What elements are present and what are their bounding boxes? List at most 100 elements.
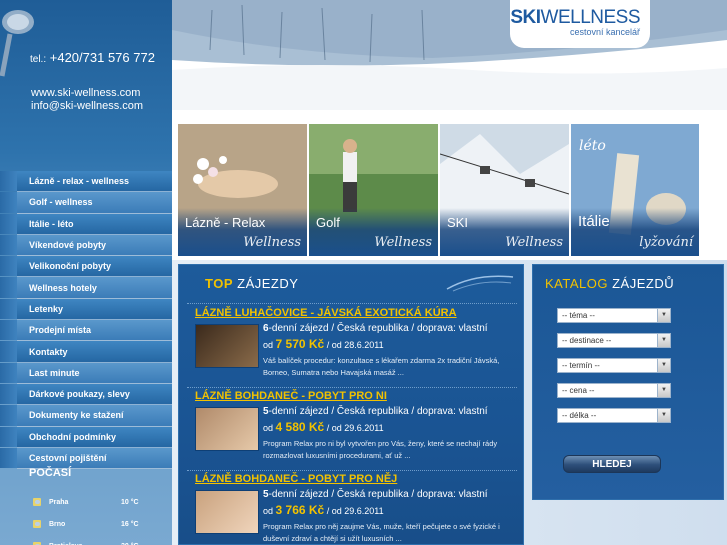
nav-item[interactable]: Itálie - léto (0, 213, 172, 235)
nav-item-tab (0, 447, 17, 469)
trip-details: 5-denní zájezd / Česká republika / dopra… (263, 489, 519, 545)
title-rest: ZÁJEZDY (237, 276, 299, 291)
logo-wordmark: SKIWELLNESS (510, 7, 641, 28)
trip-meta: 6-denní zájezd / Česká republika / dopra… (263, 323, 519, 334)
trip-price: 3 766 Kč (275, 503, 325, 517)
nav-item[interactable]: Dárkové poukazy, slevy (0, 383, 172, 406)
nav-item-tab (0, 298, 17, 320)
chevron-down-icon[interactable]: ▼ (657, 334, 670, 347)
catalog-select[interactable]: -- termín -- ▼ (557, 358, 671, 373)
web-contacts: www.ski-wellness.com info@ski-wellness.c… (31, 87, 143, 113)
nav-item-label: Dárkové poukazy, slevy (29, 389, 130, 400)
tile-script: Wellness (505, 235, 563, 250)
phone-prefix: tel.: (30, 54, 47, 65)
nav-item[interactable]: Víkendové pobyty (0, 234, 172, 257)
weather-panel: POČASÍ Praha 10 °C Brno 16 °C Bratislava20 °… (17, 455, 172, 545)
trip-title-link[interactable]: LÁZNĚ BOHDANEČ - POBYT PRO NI (187, 390, 519, 402)
nav-item-tab (0, 234, 17, 256)
trip-title-link[interactable]: LÁZNĚ BOHDANEČ - POBYT PRO NĚJ (187, 473, 519, 485)
catalog-select[interactable]: -- délka -- ▼ (557, 408, 671, 423)
catalog-title-rest: ZÁJEZDŮ (612, 276, 675, 291)
trip-meta: 5-denní zájezd / Česká republika / dopra… (263, 406, 519, 417)
nav-item[interactable]: Kontakty (0, 341, 172, 363)
title-highlight: TOP (205, 276, 233, 291)
trip-date: / od 28.6.2011 (326, 340, 384, 350)
catalog-select[interactable]: -- cena -- ▼ (557, 383, 671, 398)
select-value: -- termín -- (562, 361, 600, 370)
nav-item-label: Velikonoční pobyty (29, 261, 112, 272)
trip-meta-text: -denní zájezd / Česká republika / doprav… (268, 489, 488, 500)
website-link[interactable]: www.ski-wellness.com (31, 87, 143, 100)
select-value: -- délka -- (562, 411, 597, 420)
nav-item[interactable]: Wellness hotely (0, 277, 172, 299)
trip-price-line: od 7 570 Kč / od 28.6.2011 (263, 337, 519, 351)
nav-item[interactable]: Prodejní místa (0, 320, 172, 342)
nav-item[interactable]: Lázně - relax - wellness (0, 171, 172, 193)
catalog-select[interactable]: -- destinace -- ▼ (557, 333, 671, 348)
nav-item-tab (0, 277, 17, 298)
trip-date: / od 29.6.2011 (326, 423, 384, 433)
nav-item[interactable]: Obchodní podmínky (0, 426, 172, 448)
weather-row: Praha 10 °C (17, 491, 172, 513)
promo-tile-ski[interactable]: SKI Wellness (440, 124, 569, 256)
trip-details: 6-denní zájezd / Česká republika / dopra… (263, 323, 519, 379)
tile-script: Wellness (374, 235, 432, 250)
select-value: -- destinace -- (562, 336, 612, 345)
nav-item-tab (0, 341, 17, 362)
promo-tile-golf[interactable]: Golf Wellness (309, 124, 438, 256)
weather-cloud-icon (33, 498, 41, 506)
nav-item[interactable]: Velikonoční pobyty (0, 256, 172, 278)
nav-item[interactable]: Last minute (0, 362, 172, 384)
tile-script: Wellness (243, 235, 301, 250)
search-button[interactable]: HLEDEJ (563, 455, 661, 473)
select-value: -- téma -- (562, 311, 595, 320)
weather-temp: 10 °C (121, 498, 139, 506)
trip-price-line: od 3 766 Kč / od 29.6.2011 (263, 503, 519, 517)
swoosh-decoration-icon (446, 275, 514, 292)
chevron-down-icon[interactable]: ▼ (657, 309, 670, 322)
left-sidebar: tel.: +420/731 576 772 www.ski-wellness.… (0, 0, 172, 545)
nav-item[interactable]: Dokumenty ke stažení (0, 405, 172, 427)
trip-photo[interactable] (195, 407, 259, 451)
chevron-down-icon[interactable]: ▼ (657, 359, 670, 372)
select-value: -- cena -- (562, 386, 595, 395)
site-logo[interactable]: SKIWELLNESS cestovní kancelář (510, 0, 650, 48)
price-prefix: od (263, 423, 274, 433)
top-trips-panel: TOP ZÁJEZDY LÁZNĚ LUHAČOVICE - JÁVSKÁ EX… (178, 264, 524, 545)
nav-item-label: Letenky (29, 303, 64, 314)
catalog-select[interactable]: -- téma -- ▼ (557, 308, 671, 323)
nav-item-label: Víkendové pobyty (29, 240, 107, 251)
tile-label: Itálie (578, 213, 610, 230)
tile-label: Golf (316, 215, 340, 230)
trip-date: / od 29.6.2011 (326, 506, 384, 516)
nav-item-label: Last minute (29, 367, 80, 378)
trip-item: LÁZNĚ LUHAČOVICE - JÁVSKÁ EXOTICKÁ KÚRA 6… (187, 307, 519, 377)
email-link[interactable]: info@ski-wellness.com (31, 100, 143, 113)
divider (187, 387, 517, 388)
trip-item: LÁZNĚ BOHDANEČ - POBYT PRO NĚJ 5-denní zá… (187, 473, 519, 543)
nav-item-tab (0, 213, 17, 234)
nav-item-label: Obchodní podmínky (29, 431, 116, 442)
promo-tile-italy[interactable]: léto Itálie lyžování (571, 124, 699, 256)
trip-details: 5-denní zájezd / Česká republika / dopra… (263, 406, 519, 462)
nav-item[interactable]: Golf - wellness (0, 192, 172, 214)
promo-tile-spa[interactable]: Lázně - Relax Wellness (178, 124, 307, 256)
nav-item[interactable]: Letenky (0, 298, 172, 321)
nav-item-tab (0, 192, 17, 213)
chevron-down-icon[interactable]: ▼ (657, 384, 670, 397)
trip-description: Program Relax pro něj zaujme Vás, muže, … (263, 522, 500, 543)
logo-rest: WELLNESS (540, 7, 641, 28)
weather-title: POČASÍ (29, 467, 72, 479)
trip-photo[interactable] (195, 490, 259, 534)
trip-photo[interactable] (195, 324, 259, 368)
trip-price-line: od 4 580 Kč / od 29.6.2011 (263, 420, 519, 434)
nav-item-tab (0, 405, 17, 426)
trip-title-link[interactable]: LÁZNĚ LUHAČOVICE - JÁVSKÁ EXOTICKÁ KÚRA (187, 307, 519, 319)
trip-meta-text: -denní zájezd / Česká republika / doprav… (268, 323, 488, 334)
catalog-title: KATALOG ZÁJEZDŮ (545, 276, 674, 291)
nav-item-label: Itálie - léto (29, 218, 74, 229)
price-prefix: od (263, 506, 274, 516)
tile-script: lyžování (639, 235, 693, 250)
tile-top-script: léto (579, 138, 606, 154)
chevron-down-icon[interactable]: ▼ (657, 409, 670, 422)
